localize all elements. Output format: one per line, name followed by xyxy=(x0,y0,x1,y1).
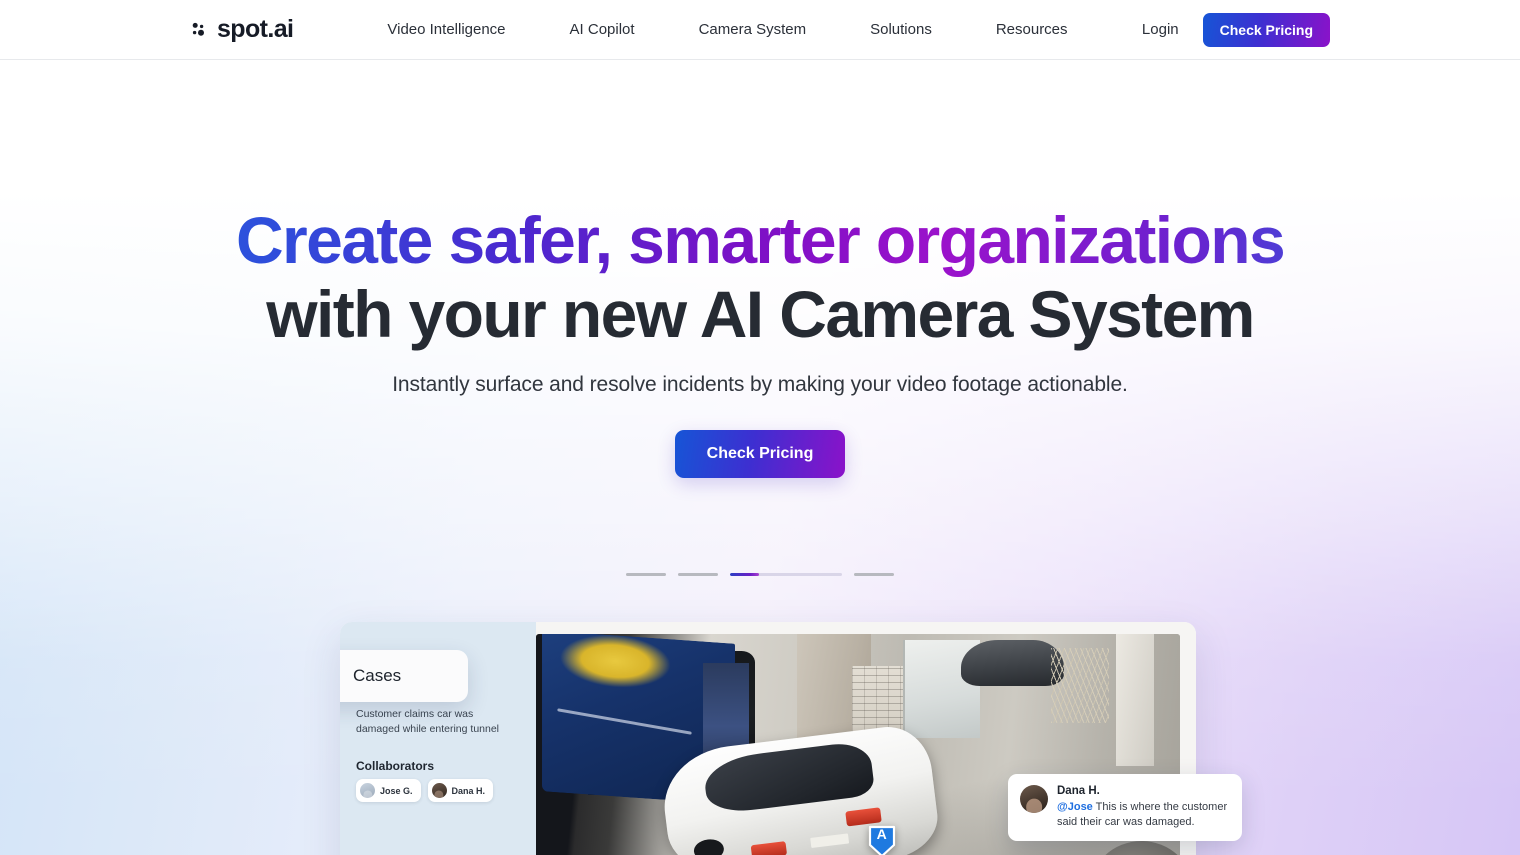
headline-line-2: with your new AI Camera System xyxy=(266,277,1255,351)
nav-item-ai-copilot[interactable]: AI Copilot xyxy=(538,21,667,38)
carousel-segment-3[interactable] xyxy=(730,573,842,576)
collaborator-name: Jose G. xyxy=(380,785,413,796)
collaborator-chip-dana[interactable]: Dana H. xyxy=(427,779,494,802)
site-header: spot.ai Video Intelligence AI Copilot Ca… xyxy=(0,0,1520,60)
carousel-segment-3-fill xyxy=(730,573,760,576)
description-text: Customer claims car was damaged while en… xyxy=(356,708,500,735)
comment-content: Dana H. @Jose This is where the customer… xyxy=(1057,785,1230,830)
nav-item-video-intelligence[interactable]: Video Intelligence xyxy=(355,21,537,38)
carousel-segment-2[interactable] xyxy=(678,573,718,576)
avatar xyxy=(431,783,447,798)
comment-text: @Jose This is where the customer said th… xyxy=(1057,800,1230,830)
login-link[interactable]: Login xyxy=(1142,21,1179,38)
avatar xyxy=(360,783,375,798)
headline-line-1: Create safer, smarter organizations xyxy=(0,203,1520,277)
hero-cta-wrap: Check Pricing xyxy=(0,430,1520,478)
avatar xyxy=(1020,785,1048,813)
carousel-progress xyxy=(0,573,1520,576)
collaborator-list: Jose G. Dana H. xyxy=(356,779,518,802)
main-nav: Video Intelligence AI Copilot Camera Sys… xyxy=(355,21,1099,38)
nav-item-camera-system[interactable]: Camera System xyxy=(667,21,839,38)
cases-card[interactable]: Cases xyxy=(340,650,468,702)
collaborator-name: Dana H. xyxy=(451,785,486,796)
comment-bubble[interactable]: Dana H. @Jose This is where the customer… xyxy=(1008,774,1242,841)
collaborator-chip-jose[interactable]: Jose G. xyxy=(356,779,421,802)
spot-dots-icon xyxy=(192,22,204,36)
annotation-marker-label: A xyxy=(876,826,887,843)
logo[interactable]: spot.ai xyxy=(190,15,294,43)
comment-author: Dana H. xyxy=(1057,785,1100,797)
annotation-marker-a[interactable]: A xyxy=(868,824,896,855)
header-actions: Login Check Pricing xyxy=(1142,12,1330,47)
carousel-segment-1[interactable] xyxy=(626,573,666,576)
scene-pillar xyxy=(1115,634,1155,767)
landing-page: spot.ai Video Intelligence AI Copilot Ca… xyxy=(0,0,1520,855)
hero-section: Create safer, smarter organizations with… xyxy=(0,60,1520,478)
hero-subheadline: Instantly surface and resolve incidents … xyxy=(392,373,1128,396)
header-check-pricing-button[interactable]: Check Pricing xyxy=(1202,12,1330,47)
scene-background-car xyxy=(961,639,1065,686)
collaborators-label: Collaborators xyxy=(356,759,435,773)
cases-card-title: Cases xyxy=(353,666,402,685)
scene-shrub xyxy=(1051,648,1110,724)
comment-mention[interactable]: @Jose xyxy=(1057,801,1093,813)
scene-foreground-object xyxy=(1089,841,1180,855)
carousel-segment-4[interactable] xyxy=(854,573,894,576)
nav-item-solutions[interactable]: Solutions xyxy=(838,21,964,38)
hero-check-pricing-button[interactable]: Check Pricing xyxy=(674,430,846,478)
nav-item-resources[interactable]: Resources xyxy=(964,21,1100,38)
page-title: Create safer, smarter organizations with… xyxy=(0,203,1520,351)
logo-text: spot.ai xyxy=(217,15,294,43)
